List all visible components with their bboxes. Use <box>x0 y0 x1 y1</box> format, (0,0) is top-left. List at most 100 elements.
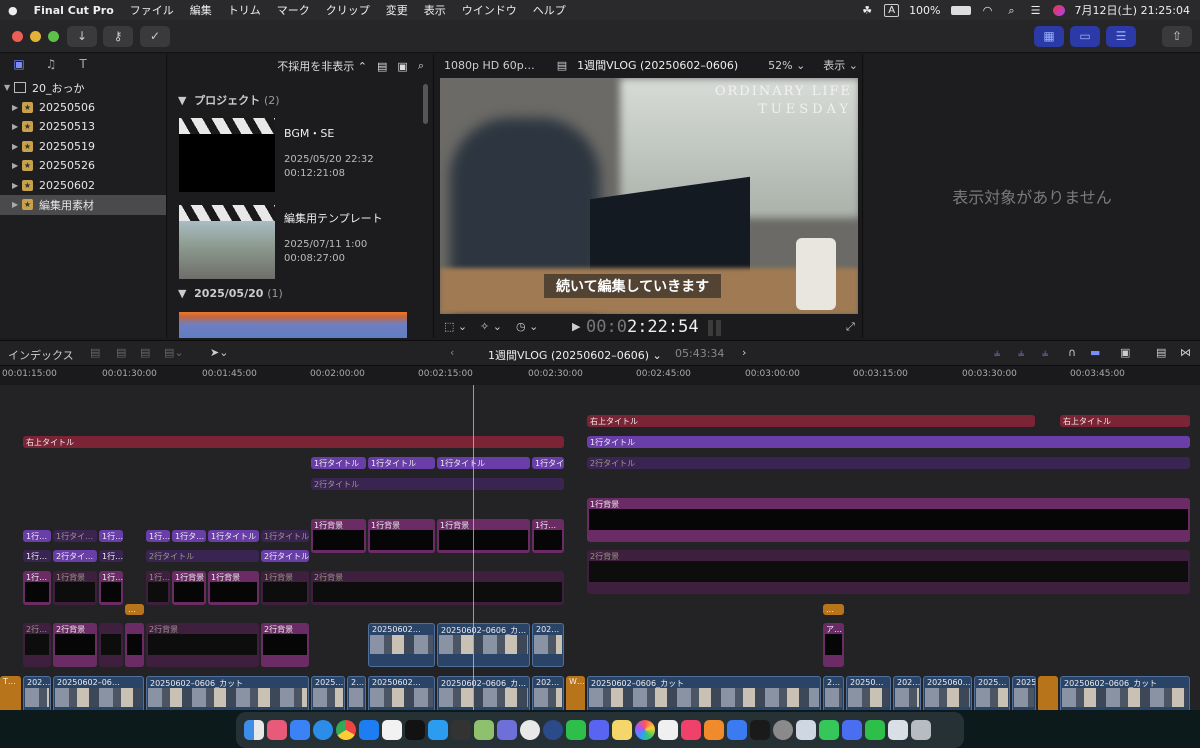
video-clip[interactable]: 20250602… <box>368 676 435 710</box>
menu-clip[interactable]: クリップ <box>318 2 378 18</box>
video-clip[interactable]: 2025… <box>311 676 345 710</box>
notes-icon[interactable] <box>612 720 632 740</box>
keynote-icon[interactable] <box>727 720 747 740</box>
append-edit-icon[interactable]: ▤ <box>140 346 150 359</box>
project-thumbnail[interactable] <box>179 118 275 192</box>
audio-skimming-icon[interactable]: ⫨ <box>994 346 1000 360</box>
music-icon[interactable] <box>681 720 701 740</box>
gap-clip[interactable]: … <box>125 604 144 615</box>
photos-icon[interactable] <box>635 720 655 740</box>
video-clip[interactable]: 202… <box>893 676 921 710</box>
background-clip[interactable] <box>99 623 123 667</box>
playhead[interactable] <box>473 385 474 710</box>
menu-edit[interactable]: 編集 <box>182 2 220 18</box>
disclosure-open-icon[interactable]: ▼ <box>4 83 14 92</box>
video-clip[interactable]: 20250… <box>1012 676 1036 710</box>
background-clip[interactable]: 2行… <box>23 623 51 667</box>
gap-clip[interactable] <box>1038 676 1058 710</box>
control-center-icon[interactable]: ☰ <box>1029 5 1043 16</box>
menu-mark[interactable]: マーク <box>269 2 318 18</box>
menu-app[interactable]: Final Cut Pro <box>26 4 122 17</box>
title-clip[interactable]: 2行タイトル <box>261 550 309 562</box>
shortcuts-icon[interactable] <box>497 720 517 740</box>
play-icon[interactable]: ▶ <box>572 320 580 333</box>
menu-window[interactable]: ウインドウ <box>454 2 525 18</box>
timeline-toggle-icon[interactable]: ▭ <box>1070 26 1100 47</box>
line-icon[interactable] <box>566 720 586 740</box>
event-item[interactable]: ▶ ★ 20250519 <box>0 137 166 157</box>
search-icon[interactable]: ⌕ <box>418 59 424 73</box>
settings-icon[interactable] <box>773 720 793 740</box>
appstore-icon[interactable] <box>290 720 310 740</box>
clock[interactable]: 7月12日(土) 21:25:04 <box>1075 2 1190 18</box>
select-tool-icon[interactable]: ➤⌄ <box>210 346 228 359</box>
finalcut-icon[interactable] <box>451 720 471 740</box>
background-clip[interactable]: ア… <box>823 623 844 667</box>
facetime-icon[interactable] <box>865 720 885 740</box>
transitions-browser-icon[interactable]: ⋈ <box>1180 346 1191 359</box>
tableplus-icon[interactable] <box>382 720 402 740</box>
insert-edit-icon[interactable]: ▤ <box>116 346 126 359</box>
snapping-icon[interactable]: ▬ <box>1090 346 1100 359</box>
video-clip[interactable]: 202… <box>532 623 564 667</box>
zoom-window-button[interactable] <box>48 31 59 42</box>
library-root[interactable]: ▼ 20_おっか <box>0 78 166 98</box>
background-clip[interactable]: 1行背景 <box>172 571 206 605</box>
timecode-display[interactable]: 00:02:22:54 <box>586 317 699 337</box>
enhance-icon[interactable]: ✧ ⌄ <box>480 320 502 333</box>
background-clip[interactable]: 1行… <box>99 571 123 605</box>
history-forward-icon[interactable]: › <box>742 346 746 359</box>
title-clip[interactable]: 1行タイトル <box>261 530 309 542</box>
video-clip[interactable]: 2025060… <box>923 676 972 710</box>
disclosure-icon[interactable]: ▶ <box>12 103 22 112</box>
filmstrip-view-icon[interactable]: ▣ <box>397 60 407 73</box>
terminal-icon[interactable] <box>750 720 770 740</box>
apple-menu-icon[interactable]: ● <box>0 4 26 17</box>
siri-icon[interactable] <box>1052 4 1065 16</box>
video-clip[interactable]: 20250602… <box>368 623 435 667</box>
background-clip[interactable]: 2行背景 <box>261 623 309 667</box>
background-clip[interactable]: 2行背景 <box>146 623 259 667</box>
video-frame[interactable]: ORDINARY LIFE TUESDAY 続いて編集していきます <box>440 78 858 314</box>
title-clip[interactable]: 2行タイトル <box>311 478 564 490</box>
solo-icon[interactable]: ⫨ <box>1042 346 1048 360</box>
menu-help[interactable]: ヘルプ <box>525 2 574 18</box>
menu-file[interactable]: ファイル <box>122 2 182 18</box>
background-clip[interactable]: 1行背景 <box>587 498 1190 542</box>
inspector-toggle-icon[interactable]: ☰ <box>1106 26 1136 47</box>
transform-tool-icon[interactable]: ⬚ ⌄ <box>444 320 467 333</box>
section-header-projects[interactable]: ▼ プロジェクト (2) <box>178 92 280 108</box>
title-clip[interactable]: 2行タイトル <box>146 550 259 562</box>
disclosure-icon[interactable]: ▶ <box>12 122 22 131</box>
title-clip[interactable]: 2行タイトル <box>587 457 1190 469</box>
video-clip[interactable]: 20250602–0606_カ… <box>437 676 530 710</box>
background-clip[interactable]: 1行背景 <box>437 519 530 553</box>
gap-clip[interactable]: T… <box>0 676 21 710</box>
finder-icon[interactable] <box>244 720 264 740</box>
minimize-window-button[interactable] <box>30 31 41 42</box>
video-clip[interactable]: 20250602–0606_カット <box>146 676 309 710</box>
pages-icon[interactable] <box>704 720 724 740</box>
video-clip[interactable]: 20250602–06… <box>53 676 144 710</box>
menu-modify[interactable]: 変更 <box>378 2 416 18</box>
quicktime-icon[interactable] <box>543 720 563 740</box>
input-source-indicator[interactable]: A <box>884 3 900 17</box>
title-clip[interactable]: 1行… <box>23 550 51 562</box>
clip-appearance-icon[interactable]: ▤ <box>1156 346 1166 359</box>
chrome-icon[interactable] <box>336 720 356 740</box>
section-header-date[interactable]: ▼ 2025/05/20 (1) <box>178 287 283 300</box>
title-clip[interactable]: 1行タイトル <box>437 457 530 469</box>
title-clip[interactable]: 1行タイトル <box>208 530 259 542</box>
photos-audio-tab-icon[interactable]: ♫ <box>42 57 60 74</box>
disclosure-icon[interactable]: ▶ <box>12 142 22 151</box>
background-clip[interactable]: 2行背景 <box>53 623 97 667</box>
menu-trim[interactable]: トリム <box>220 2 269 18</box>
gap-clip[interactable]: … <box>823 604 844 615</box>
connect-edit-icon[interactable]: ▤ <box>90 346 100 359</box>
battery-icon[interactable] <box>950 5 971 15</box>
keywords-icon[interactable]: ⚷ <box>103 26 133 47</box>
background-clip[interactable]: 1行… <box>532 519 564 553</box>
video-clip[interactable]: 20250602–0606_カット <box>587 676 821 710</box>
background-clip[interactable]: 1行… <box>23 571 51 605</box>
disclosure-icon[interactable]: ▶ <box>12 181 22 190</box>
